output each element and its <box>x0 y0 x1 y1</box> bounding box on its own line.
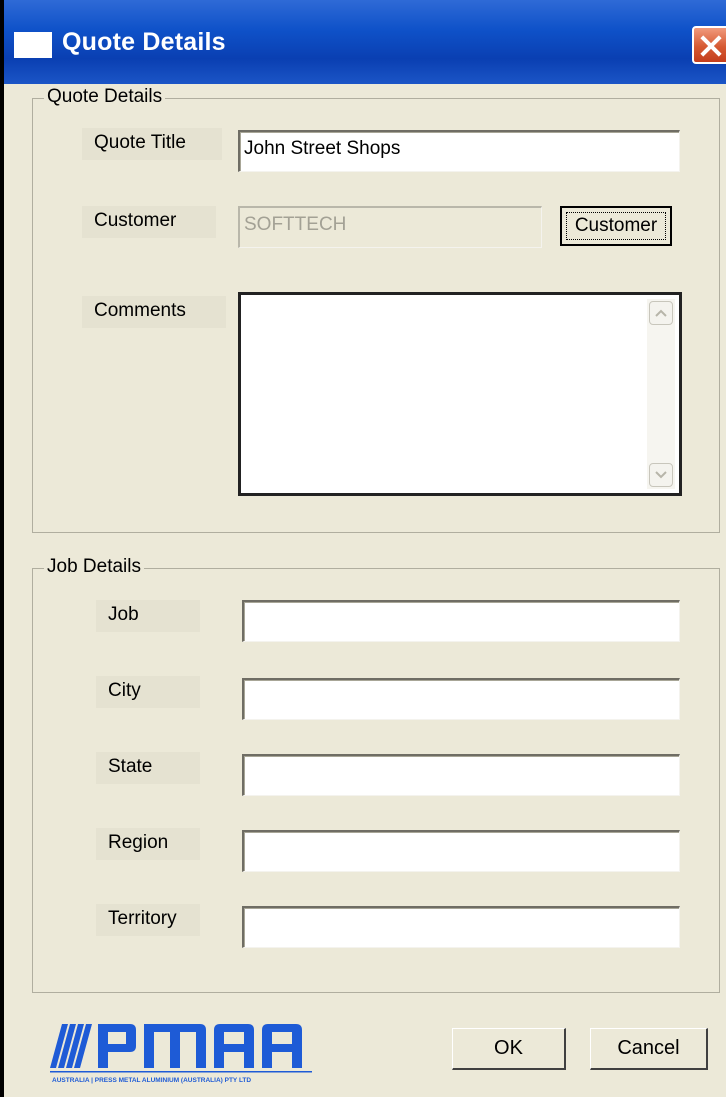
cancel-button[interactable]: Cancel <box>590 1028 708 1070</box>
window-title: Quote Details <box>62 28 226 56</box>
territory-input[interactable] <box>242 906 680 948</box>
job-label: Job <box>96 600 200 632</box>
region-input[interactable] <box>242 830 680 872</box>
comments-textarea[interactable] <box>238 292 682 496</box>
customer-label: Customer <box>82 206 216 238</box>
region-label: Region <box>96 828 200 860</box>
ok-button[interactable]: OK <box>452 1028 566 1070</box>
scroll-up-arrow[interactable] <box>649 301 673 325</box>
quote-title-input[interactable]: John Street Shops <box>238 130 680 172</box>
state-label: State <box>96 752 200 784</box>
job-input[interactable] <box>242 600 680 642</box>
scroll-down-arrow[interactable] <box>649 463 673 487</box>
close-button[interactable] <box>692 26 726 64</box>
state-input[interactable] <box>242 754 680 796</box>
comments-label: Comments <box>82 296 226 328</box>
city-input[interactable] <box>242 678 680 720</box>
job-details-legend: Job Details <box>44 556 144 578</box>
customer-button[interactable]: Customer <box>560 206 672 246</box>
chevron-down-icon <box>655 471 667 479</box>
pmaa-logo: AUSTRALIA | PRESS METAL ALUMINIUM (AUSTR… <box>50 1024 312 1084</box>
chevron-up-icon <box>655 309 667 317</box>
quote-title-label: Quote Title <box>82 128 222 160</box>
customer-field: SOFTTECH <box>238 206 542 248</box>
quote-details-legend: Quote Details <box>44 86 166 108</box>
quote-details-window: Quote Details Quote Details Quote Title … <box>0 0 726 1097</box>
comments-scrollbar[interactable] <box>647 299 675 489</box>
title-bar[interactable]: Quote Details <box>4 0 726 84</box>
customer-button-label: Customer <box>566 212 666 240</box>
logo-tagline: AUSTRALIA | PRESS METAL ALUMINIUM (AUSTR… <box>52 1077 251 1084</box>
territory-label: Territory <box>96 904 200 936</box>
city-label: City <box>96 676 200 708</box>
window-icon <box>14 32 52 58</box>
